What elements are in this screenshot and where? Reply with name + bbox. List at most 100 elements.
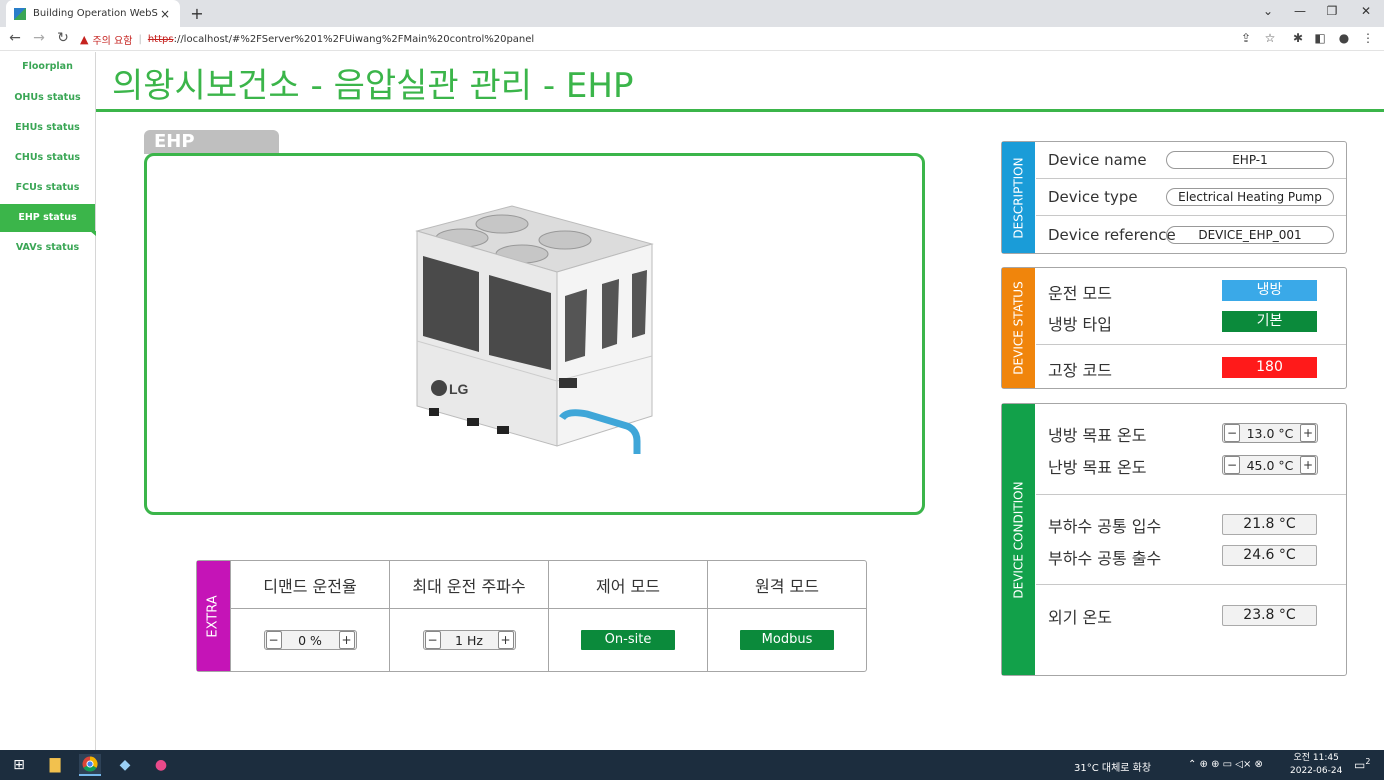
url-protocol: https (147, 33, 174, 45)
max-frequency-value[interactable]: 1 Hz (442, 633, 497, 648)
app-taskbar-icon[interactable]: ◆ (114, 754, 136, 776)
max-frequency-minus-button[interactable]: − (424, 631, 441, 649)
device-name-label: Device name (1048, 151, 1147, 169)
sidebar-item-ehp[interactable]: EHP status (0, 204, 96, 236)
address-bar: ← → ↻ ▲ 주의 요함 | https ://localhost/#%2FS… (0, 27, 1384, 51)
device-name-row: Device name EHP-1 (1036, 142, 1346, 179)
outdoor-temp-label: 외기 온도 (1048, 608, 1112, 627)
ehp-outdoor-unit-image: LG (415, 205, 654, 454)
url-omnibox[interactable]: ▲ 주의 요함 | https ://localhost/#%2FServer%… (80, 30, 1280, 48)
file-explorer-icon[interactable]: ▇ (44, 754, 66, 776)
description-side-label: DESCRIPTION (1002, 142, 1035, 253)
warning-triangle-icon: ▲ (80, 32, 89, 46)
sidebar-item-ehus[interactable]: EHUs status (0, 117, 95, 139)
windows-start-icon[interactable]: ⊞ (8, 754, 30, 776)
heating-target-minus-button[interactable]: − (1224, 456, 1240, 474)
weather-text: 31°C 대체로 화창 (1074, 763, 1152, 774)
sidebar-item-fcus[interactable]: FCUs status (0, 177, 95, 199)
outdoor-temp-value: 23.8 °C (1222, 605, 1317, 626)
notification-count: 2 (1365, 757, 1371, 766)
sidebar-item-floorplan[interactable]: Floorplan (0, 56, 95, 78)
back-arrow-icon[interactable]: ← (6, 30, 24, 46)
condition-divider-1 (1036, 494, 1346, 495)
device-status-side-label: DEVICE STATUS (1002, 268, 1035, 388)
max-frequency-header: 최대 운전 주파수 (390, 561, 548, 609)
browser-tab[interactable]: Building Operation WebStation × (6, 0, 180, 27)
minimize-button[interactable]: — (1290, 4, 1310, 18)
new-tab-button[interactable]: + (188, 4, 206, 23)
more-menu-icon[interactable]: ⋮ (1360, 31, 1376, 45)
omnibox-divider: | (138, 33, 142, 45)
device-type-row: Device type Electrical Heating Pump (1036, 179, 1346, 216)
operation-mode-label: 운전 모드 (1048, 284, 1112, 303)
device-condition-side-label: DEVICE CONDITION (1002, 404, 1035, 675)
cooling-target-stepper: − 13.0 °C + (1222, 423, 1318, 443)
share-icon[interactable]: ⇪ (1238, 31, 1254, 45)
droplet-app-icon[interactable]: ● (150, 754, 172, 776)
fault-code-label: 고장 코드 (1048, 361, 1112, 380)
notification-icon[interactable]: ▭2 (1354, 757, 1370, 772)
description-panel: DESCRIPTION Device name EHP-1 Device typ… (1001, 141, 1347, 254)
site-favicon-icon (14, 7, 26, 20)
operation-mode-badge: 냉방 (1222, 280, 1317, 301)
device-reference-row: Device reference DEVICE_EHP_001 (1036, 216, 1346, 253)
load-water-in-value: 21.8 °C (1222, 514, 1317, 535)
demand-rate-plus-button[interactable]: + (338, 631, 355, 649)
restore-button[interactable]: ❐ (1322, 4, 1342, 18)
control-mode-column: 제어 모드 On-site (548, 561, 707, 671)
max-frequency-column: 최대 운전 주파수 − 1 Hz + (389, 561, 548, 671)
page-title: 의왕시보건소 - 음압실관 관리 - EHP (112, 66, 634, 106)
system-clock[interactable]: 오전 11:45 2022-06-24 (1290, 752, 1342, 778)
close-window-button[interactable]: ✕ (1356, 4, 1376, 18)
clock-time: 오전 11:45 (1293, 753, 1339, 763)
sidebar-item-ohus[interactable]: OHUs status (0, 87, 95, 109)
tab-close-icon[interactable]: × (158, 7, 172, 21)
reload-icon[interactable]: ↻ (54, 30, 72, 46)
device-name-value: EHP-1 (1166, 151, 1334, 169)
title-divider (96, 109, 1384, 112)
max-frequency-plus-button[interactable]: + (497, 631, 514, 649)
load-water-out-label: 부하수 공통 출수 (1048, 549, 1162, 568)
device-condition-panel: DEVICE CONDITION 냉방 목표 온도 − 13.0 °C + 난방… (1001, 403, 1347, 676)
demand-rate-stepper: − 0 % + (263, 630, 357, 650)
heating-target-value[interactable]: 45.0 °C (1241, 458, 1299, 473)
profile-avatar-icon[interactable]: ● (1336, 31, 1352, 45)
cooling-target-label: 냉방 목표 온도 (1048, 426, 1147, 445)
tray-icons[interactable]: ⌃ ⊕ ⊕ ▭ ◁× ⊗ (1188, 759, 1263, 770)
heating-target-stepper: − 45.0 °C + (1222, 455, 1318, 475)
lg-logo-text: LG (449, 381, 469, 397)
cooling-target-value[interactable]: 13.0 °C (1241, 426, 1299, 441)
security-warning-label[interactable]: 주의 요함 (92, 32, 132, 47)
device-status-panel: DEVICE STATUS 운전 모드 냉방 냉방 타입 기본 고장 코드 18… (1001, 267, 1347, 389)
sidebar-item-chus[interactable]: CHUs status (0, 147, 95, 169)
url-text: ://localhost/#%2FServer%201%2FUiwang%2FM… (173, 33, 535, 45)
weather-widget[interactable]: 31°C 대체로 화창 (1074, 759, 1151, 774)
heating-target-plus-button[interactable]: + (1300, 456, 1316, 474)
ehp-image-tab: EHP (144, 130, 279, 154)
demand-rate-column: 디맨드 운전율 − 0 % + (230, 561, 389, 671)
cooling-target-minus-button[interactable]: − (1224, 424, 1240, 442)
extra-panel: EXTRA 디맨드 운전율 − 0 % + 최대 운전 주파수 − 1 Hz +… (196, 560, 867, 672)
forward-arrow-icon[interactable]: → (30, 30, 48, 46)
cooling-target-plus-button[interactable]: + (1300, 424, 1316, 442)
windows-taskbar: ⊞ ▇ ◆ ● 31°C 대체로 화창 ⌃ ⊕ ⊕ ▭ ◁× ⊗ 오전 11:4… (0, 750, 1384, 780)
bookmark-star-icon[interactable]: ☆ (1262, 31, 1278, 45)
control-mode-badge[interactable]: On-site (581, 630, 675, 650)
demand-rate-minus-button[interactable]: − (265, 631, 282, 649)
max-frequency-stepper: − 1 Hz + (422, 630, 516, 650)
tab-search-icon[interactable]: ⌄ (1258, 4, 1278, 18)
heating-target-label: 난방 목표 온도 (1048, 458, 1147, 477)
demand-rate-value[interactable]: 0 % (283, 633, 338, 648)
remote-mode-column: 원격 모드 Modbus (707, 561, 866, 671)
extra-side-label: EXTRA (197, 561, 230, 671)
tab-title: Building Operation WebStation (33, 8, 158, 19)
sidebar-item-vavs[interactable]: VAVs status (0, 237, 95, 259)
device-type-value: Electrical Heating Pump (1166, 188, 1334, 206)
device-type-label: Device type (1048, 188, 1138, 206)
side-panel-icon[interactable]: ◧ (1312, 31, 1328, 45)
extensions-puzzle-icon[interactable]: ✱ (1290, 31, 1306, 45)
chrome-taskbar-icon[interactable] (79, 754, 101, 776)
remote-mode-badge[interactable]: Modbus (740, 630, 834, 650)
load-water-out-value: 24.6 °C (1222, 545, 1317, 566)
device-reference-label: Device reference (1048, 225, 1176, 244)
